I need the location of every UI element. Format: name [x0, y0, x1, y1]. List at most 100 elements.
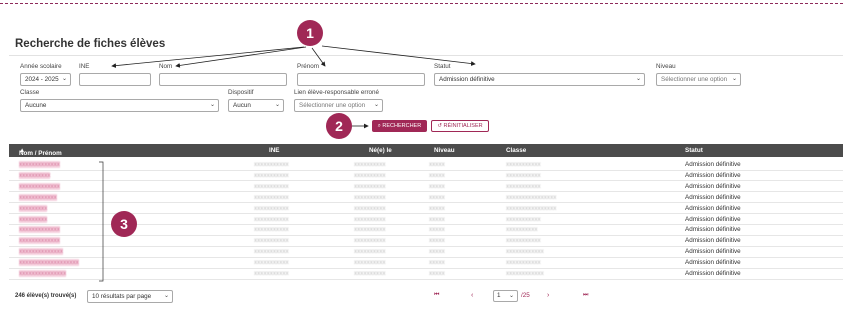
- search-button[interactable]: ⌕ RECHERCHER: [372, 120, 427, 132]
- cell-nom: xxxxxxxxxxxxx: [19, 226, 60, 234]
- cell-statut: Admission définitive: [685, 193, 741, 201]
- chevron-down-icon: ⌄: [508, 293, 514, 299]
- annotation-badge-3: 3: [111, 211, 137, 237]
- reset-button[interactable]: ↺ RÉINITIALISER: [431, 120, 489, 132]
- cell-niveau: xxxxx: [429, 171, 445, 179]
- cell-classe: xxxxxxxxxxx: [506, 182, 541, 190]
- cell-ine: xxxxxxxxxxx: [254, 226, 289, 234]
- table-row[interactable]: xxxxxxxxxxxxxxxxxxxxxxxxxxxxxxxxxxxxxxxx…: [9, 247, 843, 258]
- prev-page-icon[interactable]: ‹: [471, 292, 473, 299]
- cell-niveau: xxxxx: [429, 270, 445, 277]
- cell-niveau: xxxxx: [429, 193, 445, 201]
- cell-statut: Admission définitive: [685, 259, 741, 267]
- ine-input[interactable]: [79, 73, 151, 86]
- table-row[interactable]: xxxxxxxxxxxxxxxxxxxxxxxxxxxxxxxxxxxxxxxx…: [9, 269, 843, 280]
- chevron-down-icon: ⌄: [61, 76, 67, 82]
- col-nele-header: Né(e) le: [369, 147, 392, 154]
- cell-nom: xxxxxxxxx: [19, 204, 48, 212]
- table-row[interactable]: xxxxxxxxxxxxxxxxxxxxxxxxxxxxxxxxxxxxxxxx…: [9, 160, 843, 171]
- last-page-icon[interactable]: ⏭: [583, 292, 588, 299]
- cell-classe: xxxxxxxxxxx: [506, 171, 541, 179]
- cell-classe: xxxxxxxxxxx: [506, 237, 541, 245]
- col-niveau-header: Niveau: [434, 147, 455, 154]
- cell-classe: xxxxxxxxxxx: [506, 259, 541, 267]
- page-title: Recherche de fiches élèves: [15, 38, 166, 50]
- statut-label: Statut: [434, 63, 451, 70]
- cell-statut: Admission définitive: [685, 171, 741, 179]
- cell-niveau: xxxxx: [429, 226, 445, 234]
- cell-ne-le: xxxxxxxxxx: [354, 204, 386, 212]
- cell-classe: xxxxxxxxxxx: [506, 215, 541, 223]
- result-count: 246 élève(s) trouvé(s): [15, 293, 77, 299]
- first-page-icon[interactable]: ⏮: [434, 292, 439, 299]
- page-total: /25: [521, 292, 530, 299]
- cell-statut: Admission définitive: [685, 248, 741, 256]
- cell-ne-le: xxxxxxxxxx: [354, 259, 386, 267]
- cell-nom: xxxxxxxxxxxxxxxxxxx: [19, 259, 79, 267]
- chevron-down-icon: ⌄: [209, 102, 215, 108]
- next-page-icon[interactable]: ›: [547, 292, 549, 299]
- table-row[interactable]: xxxxxxxxxxxxxxxxxxxxxxxxxxxxxxxxxxxxxxxx…: [9, 258, 843, 269]
- cell-statut: Admission définitive: [685, 182, 741, 190]
- table-row[interactable]: xxxxxxxxxxxxxxxxxxxxxxxxxxxxxxxxxxxxxxxx…: [9, 171, 843, 182]
- cell-niveau: xxxxx: [429, 182, 445, 190]
- table-row[interactable]: xxxxxxxxxxxxxxxxxxxxxxxxxxxxxxxxxxxxxxxx…: [9, 236, 843, 247]
- annee-select[interactable]: 2024 - 2025 ⌄: [20, 73, 71, 86]
- table-row[interactable]: xxxxxxxxxxxxxxxxxxxxxxxxxxxxxxxxxxxxxxxx…: [9, 182, 843, 193]
- table-row[interactable]: xxxxxxxxxxxxxxxxxxxxxxxxxxxxxxxxxxxxxxxx…: [9, 193, 843, 204]
- cell-nom: xxxxxxxxxxxx: [19, 193, 57, 201]
- reset-button-label: RÉINITIALISER: [443, 123, 483, 129]
- dispositif-label: Dispositif: [228, 89, 254, 96]
- classe-select[interactable]: Aucune ⌄: [20, 99, 219, 112]
- chevron-down-icon: ⌄: [274, 102, 280, 108]
- cell-ine: xxxxxxxxxxx: [254, 193, 289, 201]
- niveau-placeholder: Sélectionner une option: [661, 76, 728, 83]
- col-ine-header: INE: [269, 147, 280, 154]
- cell-ine: xxxxxxxxxxx: [254, 248, 289, 256]
- chevron-down-icon: ⌄: [635, 76, 641, 82]
- cell-statut: Admission définitive: [685, 204, 741, 212]
- cell-ne-le: xxxxxxxxxx: [354, 237, 386, 245]
- prenom-input[interactable]: [297, 73, 425, 86]
- per-page-value: 10 résultats par page: [92, 293, 152, 300]
- top-dashed-border: [0, 3, 843, 4]
- annotation-badge-2: 2: [326, 113, 352, 139]
- niveau-label: Niveau: [656, 63, 676, 70]
- cell-niveau: xxxxx: [429, 161, 445, 168]
- cell-ne-le: xxxxxxxxxx: [354, 182, 386, 190]
- statut-value: Admission définitive: [439, 76, 495, 83]
- cell-classe: xxxxxxxxxxxx: [506, 270, 544, 277]
- cell-statut: Admission définitive: [685, 161, 741, 168]
- classe-value: Aucune: [25, 102, 47, 109]
- chevron-down-icon: ⌄: [163, 293, 169, 299]
- cell-ine: xxxxxxxxxxx: [254, 259, 289, 267]
- nom-label: Nom: [159, 63, 173, 70]
- niveau-select[interactable]: Sélectionner une option ⌄: [656, 73, 741, 86]
- prenom-label: Prénom: [297, 63, 320, 70]
- table-row[interactable]: xxxxxxxxxxxxxxxxxxxxxxxxxxxxxxxxxxxxxxxx…: [9, 204, 843, 215]
- cell-statut: Admission définitive: [685, 226, 741, 234]
- cell-niveau: xxxxx: [429, 215, 445, 223]
- col-classe-header: Classe: [506, 147, 527, 154]
- chevron-down-icon: ⌄: [731, 76, 737, 82]
- dispositif-select[interactable]: Aucun ⌄: [228, 99, 284, 112]
- cell-ne-le: xxxxxxxxxx: [354, 270, 386, 277]
- statut-select[interactable]: Admission définitive ⌄: [434, 73, 645, 86]
- lien-select[interactable]: Sélectionner une option ⌄: [294, 99, 383, 112]
- cell-nom: xxxxxxxxxx: [19, 171, 51, 179]
- nom-input[interactable]: [159, 73, 287, 86]
- ine-label: INE: [79, 63, 90, 70]
- cell-statut: Admission définitive: [685, 237, 741, 245]
- cell-nom: xxxxxxxxxxxxx: [19, 182, 60, 190]
- cell-nom: xxxxxxxxxxxxx: [19, 161, 60, 168]
- col-nom-header[interactable]: Nom / Prénom ▲: [19, 147, 62, 157]
- cell-classe: xxxxxxxxxxxxxxxx: [506, 204, 557, 212]
- classe-label: Classe: [20, 89, 40, 96]
- search-button-label: RECHERCHER: [382, 123, 422, 129]
- annotation-badge-1: 1: [297, 20, 323, 46]
- per-page-select[interactable]: 10 résultats par page ⌄: [87, 290, 173, 303]
- cell-ne-le: xxxxxxxxxx: [354, 215, 386, 223]
- cell-ine: xxxxxxxxxxx: [254, 237, 289, 245]
- page-select[interactable]: 1 ⌄: [493, 290, 518, 302]
- cell-ne-le: xxxxxxxxxx: [354, 161, 386, 168]
